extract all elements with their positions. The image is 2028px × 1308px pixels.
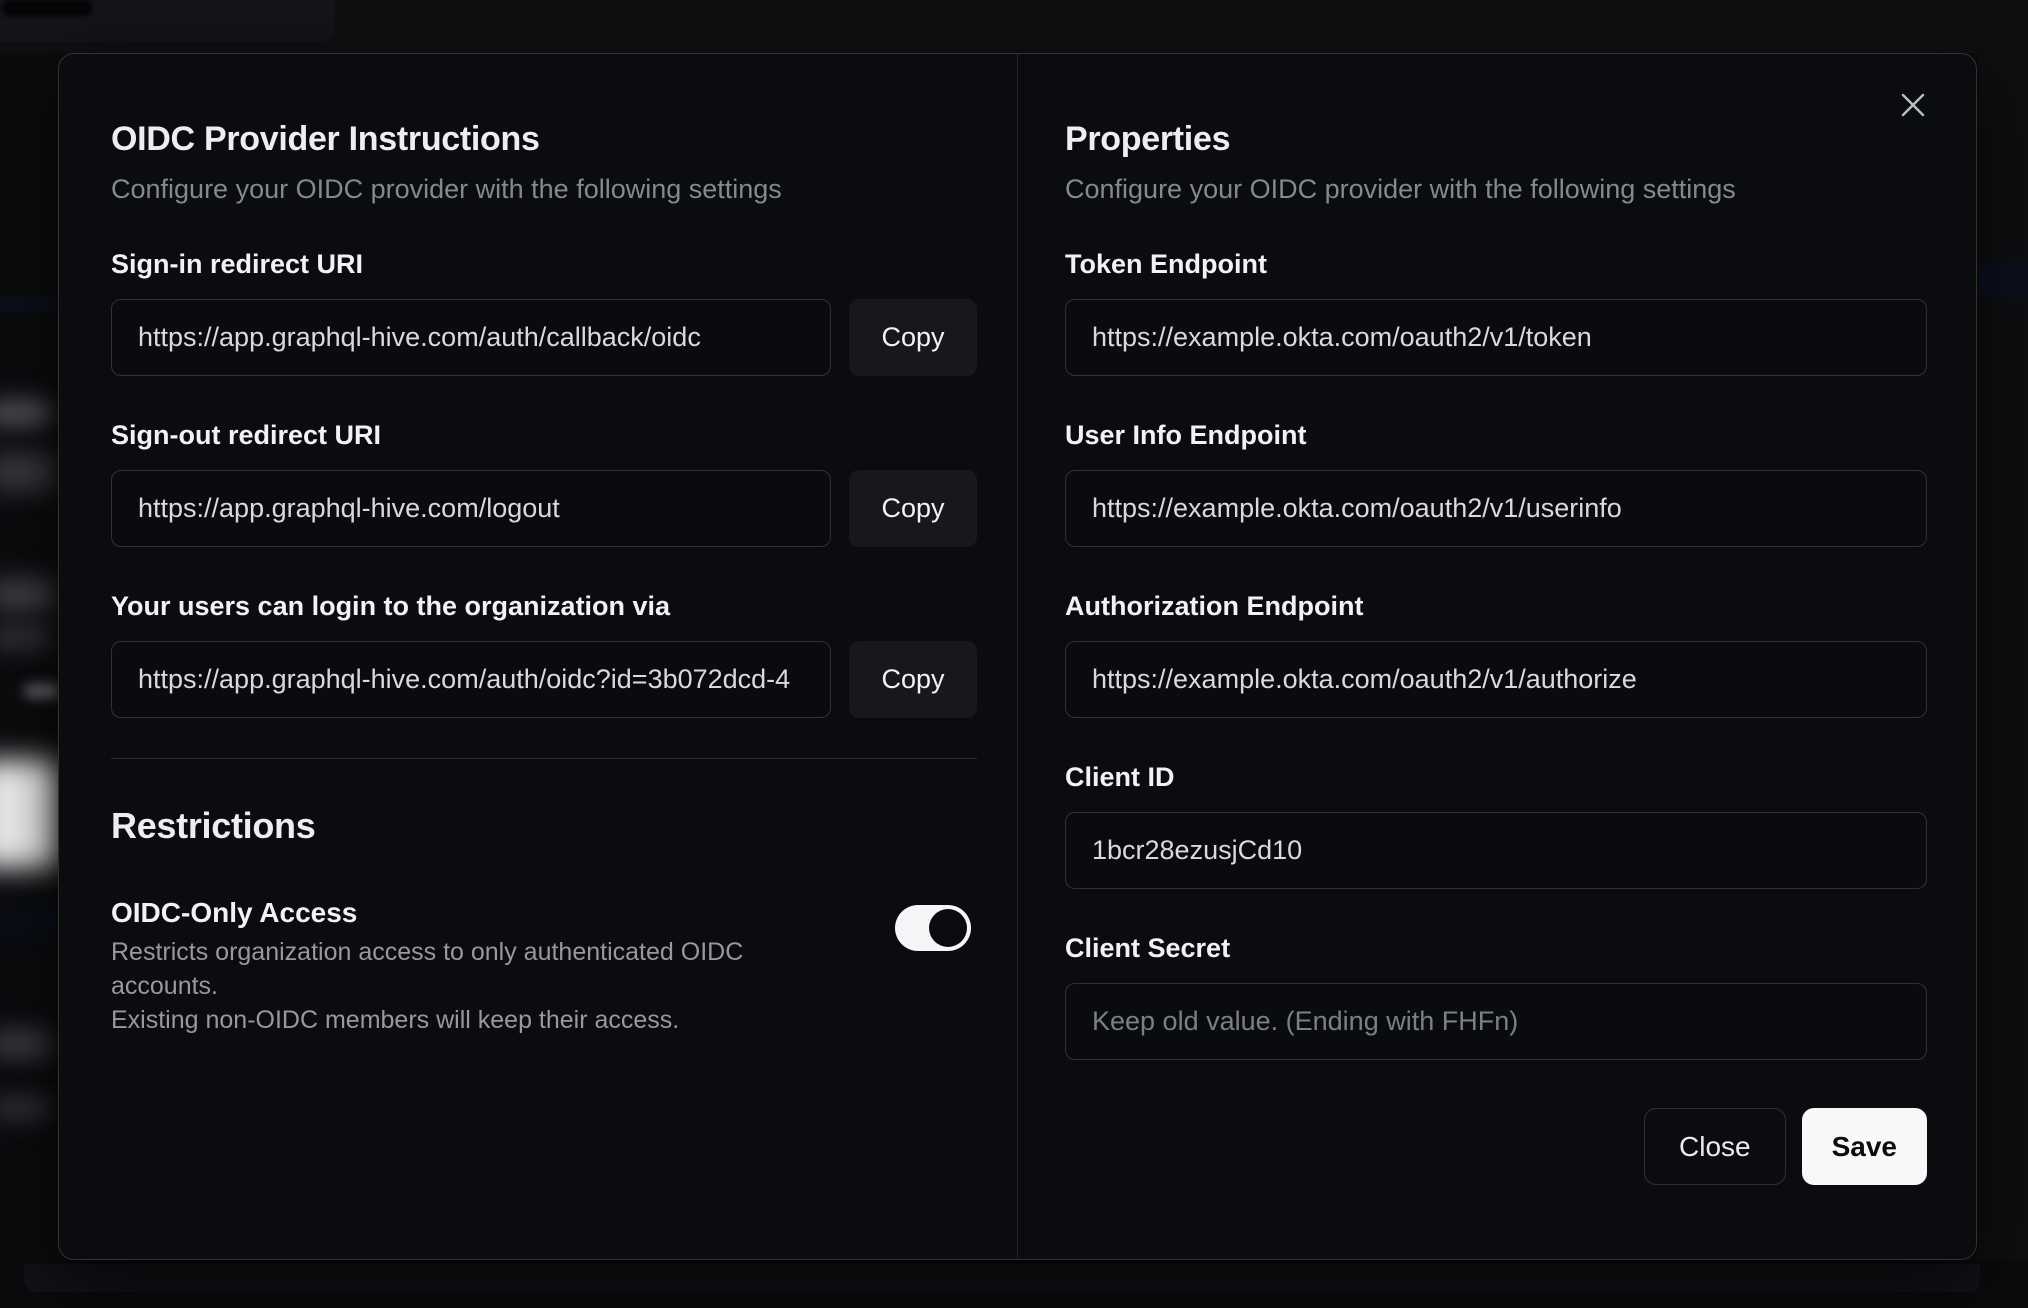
properties-pane: Properties Configure your OIDC provider … xyxy=(1018,54,1976,1259)
oidc-only-access-text: OIDC-Only Access Restricts organization … xyxy=(111,897,811,1037)
oidc-only-access-toggle[interactable] xyxy=(895,905,971,951)
copy-login-url-button[interactable]: Copy xyxy=(849,641,977,718)
authorization-endpoint-input[interactable] xyxy=(1065,641,1927,718)
backdrop-text-blob xyxy=(0,398,52,428)
client-secret-input[interactable] xyxy=(1065,983,1927,1060)
oidc-only-access-description: Restricts organization access to only au… xyxy=(111,935,811,1037)
properties-title: Properties xyxy=(1065,120,1231,158)
sign-in-redirect-row: Copy xyxy=(111,299,977,376)
client-id-input[interactable] xyxy=(1065,812,1927,889)
login-url-input[interactable] xyxy=(111,641,831,718)
user-info-endpoint-row xyxy=(1065,470,1927,547)
description-line: Restricts organization access to only au… xyxy=(111,938,744,1000)
section-divider xyxy=(111,758,977,759)
client-secret-row xyxy=(1065,983,1927,1060)
sign-out-redirect-row: Copy xyxy=(111,470,977,547)
authorization-endpoint-row xyxy=(1065,641,1927,718)
toggle-knob xyxy=(929,909,967,947)
oidc-only-access-label: OIDC-Only Access xyxy=(111,897,358,928)
backdrop-band xyxy=(0,296,58,312)
client-secret-label: Client Secret xyxy=(1065,933,1231,963)
backdrop-text-blob xyxy=(0,452,56,492)
user-info-endpoint-label: User Info Endpoint xyxy=(1065,420,1307,450)
login-url-label: Your users can login to the organization… xyxy=(111,591,671,621)
backdrop-text-blob xyxy=(0,578,56,612)
backdrop-bottom-card-edge xyxy=(24,1264,1980,1292)
backdrop-text-blob xyxy=(0,1028,52,1060)
token-endpoint-label: Token Endpoint xyxy=(1065,249,1267,279)
description-line: Existing non-OIDC members will keep thei… xyxy=(111,1006,680,1034)
token-endpoint-row xyxy=(1065,299,1927,376)
oidc-settings-modal: OIDC Provider Instructions Configure you… xyxy=(58,53,1977,1260)
oidc-only-access-row: OIDC-Only Access Restricts organization … xyxy=(111,897,977,1037)
sign-out-redirect-label: Sign-out redirect URI xyxy=(111,420,382,450)
save-button[interactable]: Save xyxy=(1801,1108,1927,1185)
authorization-endpoint-label: Authorization Endpoint xyxy=(1065,591,1364,621)
sign-in-redirect-input[interactable] xyxy=(111,299,831,376)
login-url-row: Copy xyxy=(111,641,977,718)
dialog-actions: Close Save xyxy=(1065,1108,1927,1185)
instructions-pane: OIDC Provider Instructions Configure you… xyxy=(59,54,1018,1259)
instructions-subtitle: Configure your OIDC provider with the fo… xyxy=(111,174,782,204)
user-info-endpoint-input[interactable] xyxy=(1065,470,1927,547)
sign-in-redirect-label: Sign-in redirect URI xyxy=(111,249,364,279)
sign-out-redirect-input[interactable] xyxy=(111,470,831,547)
token-endpoint-input[interactable] xyxy=(1065,299,1927,376)
close-button[interactable]: Close xyxy=(1644,1108,1786,1185)
restrictions-title: Restrictions xyxy=(111,805,316,846)
properties-subtitle: Configure your OIDC provider with the fo… xyxy=(1065,174,1736,204)
client-id-row xyxy=(1065,812,1927,889)
backdrop-text-blob xyxy=(24,684,60,698)
x-close-icon xyxy=(1901,93,1925,117)
backdrop-logo-blob xyxy=(2,0,92,16)
backdrop-right-strip xyxy=(1978,0,2028,1308)
copy-sign-in-button[interactable]: Copy xyxy=(849,299,977,376)
backdrop-white-card-edge xyxy=(0,760,58,868)
backdrop-text-blob xyxy=(0,1094,50,1122)
client-id-label: Client ID xyxy=(1065,762,1175,792)
close-icon[interactable] xyxy=(1886,78,1940,132)
backdrop-band xyxy=(0,905,58,937)
copy-sign-out-button[interactable]: Copy xyxy=(849,470,977,547)
backdrop-band xyxy=(1978,262,2028,298)
instructions-title: OIDC Provider Instructions xyxy=(111,120,540,158)
backdrop-text-blob xyxy=(0,622,52,652)
